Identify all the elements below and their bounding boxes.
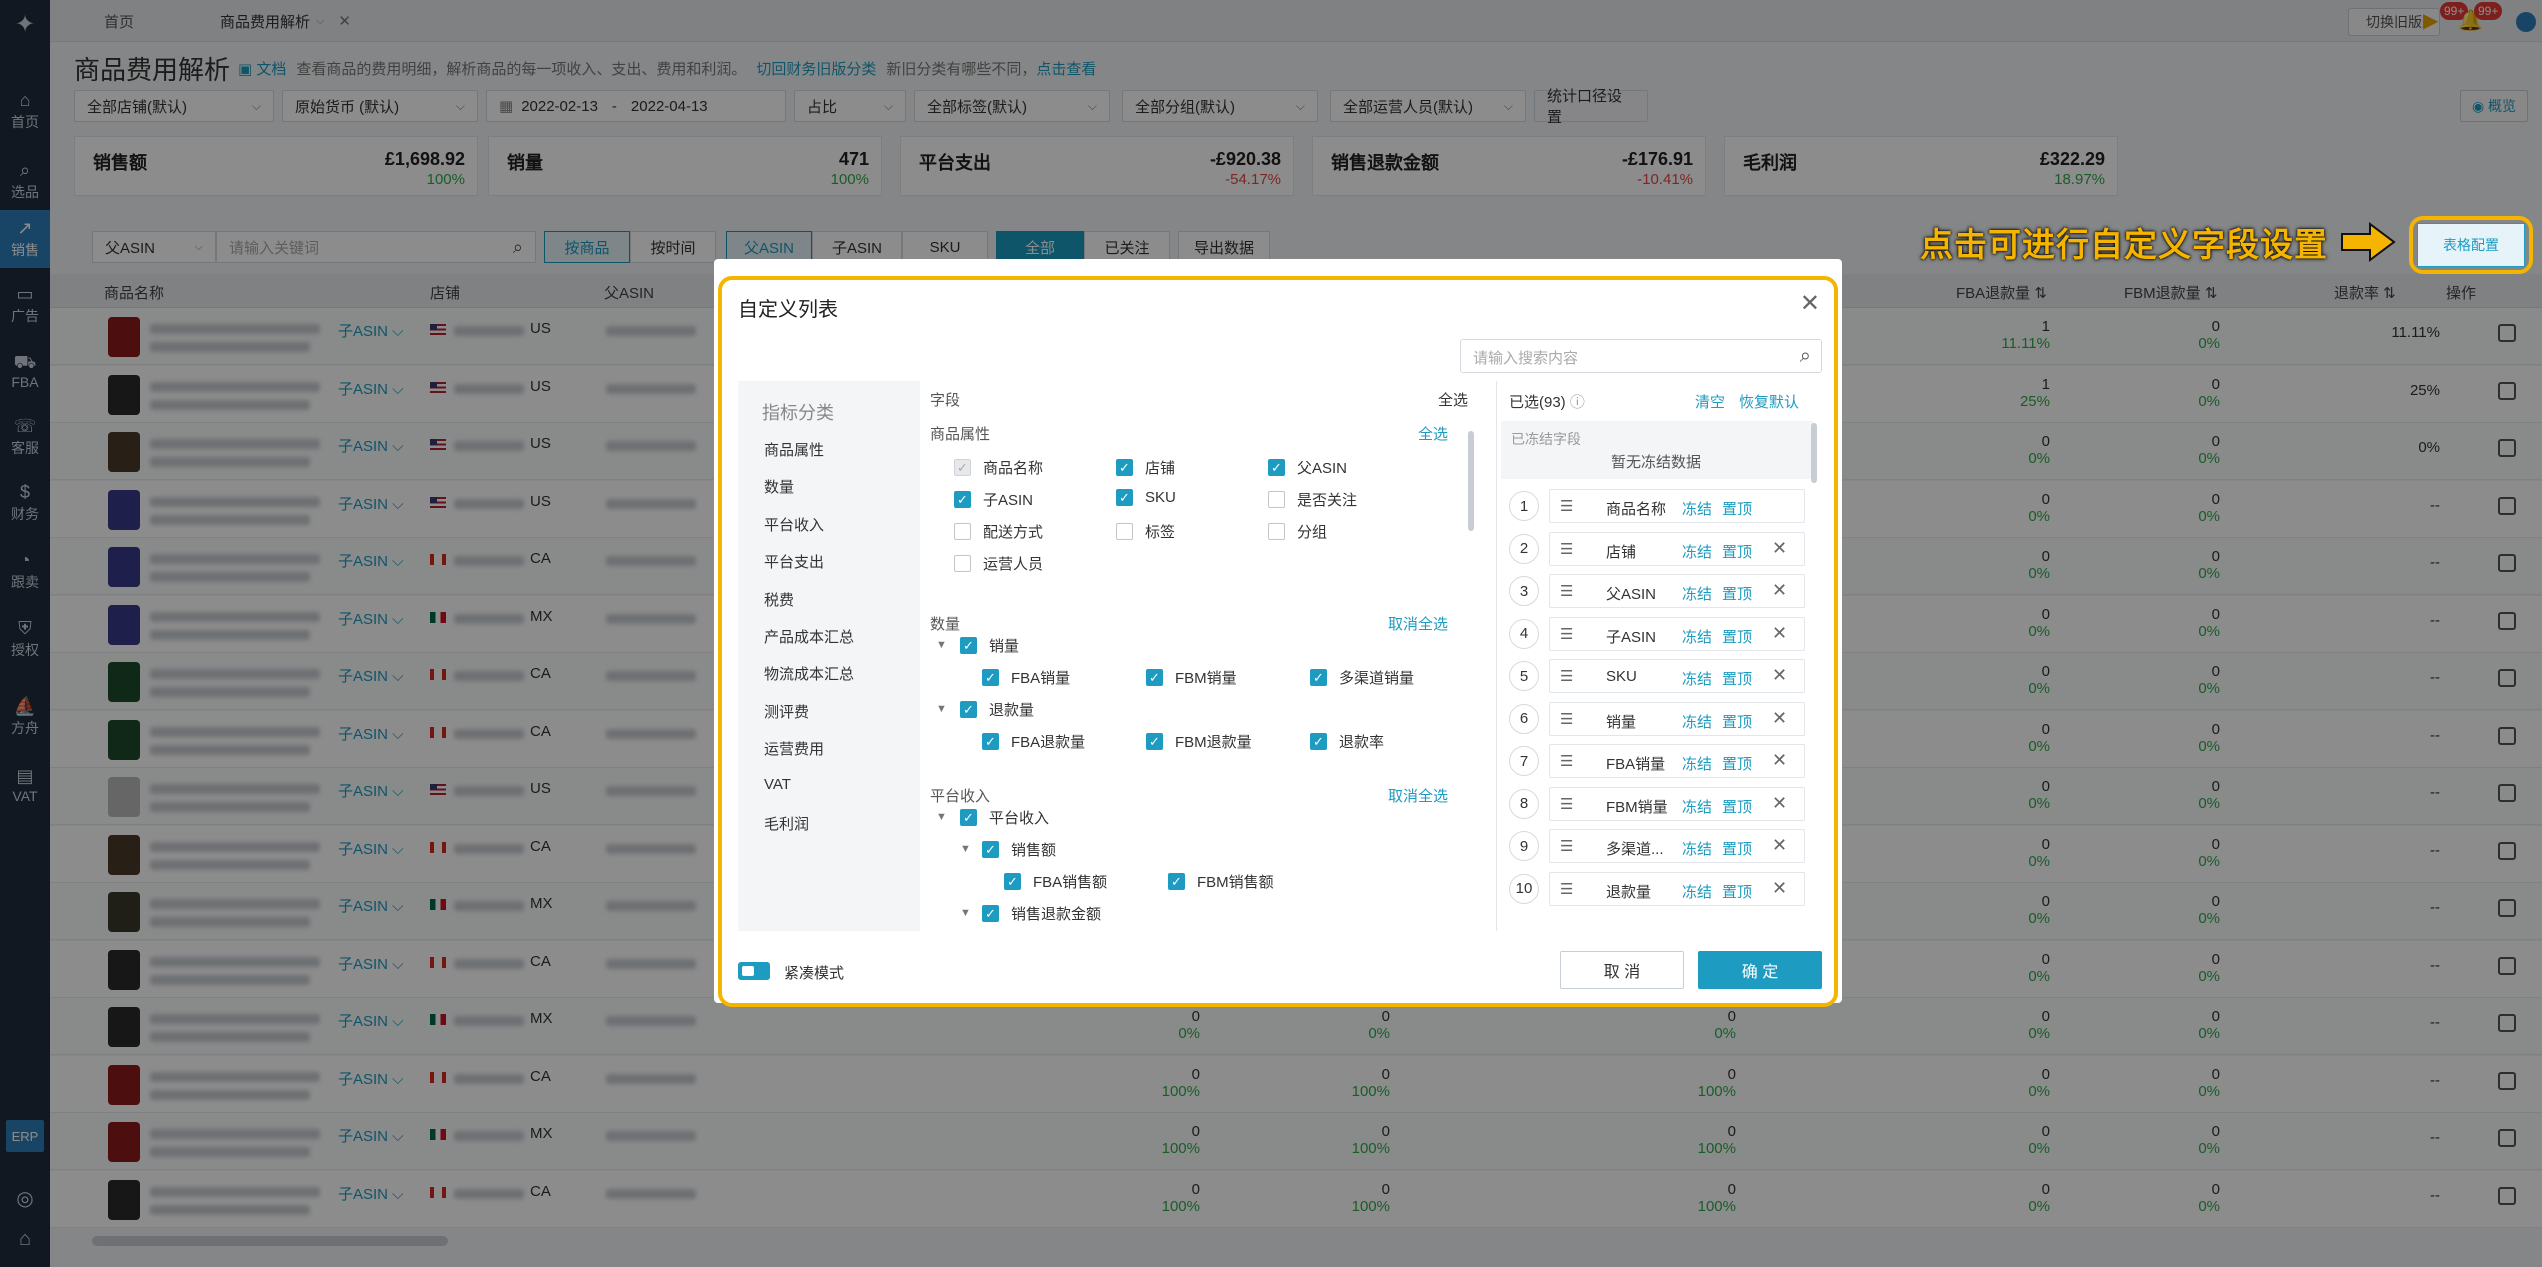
arrow-right-icon	[2341, 222, 2396, 262]
highlight-frame-modal	[718, 276, 1838, 1007]
callout-text: 点击可进行自定义字段设置	[1920, 226, 2328, 263]
highlight-frame-config	[2409, 216, 2533, 274]
